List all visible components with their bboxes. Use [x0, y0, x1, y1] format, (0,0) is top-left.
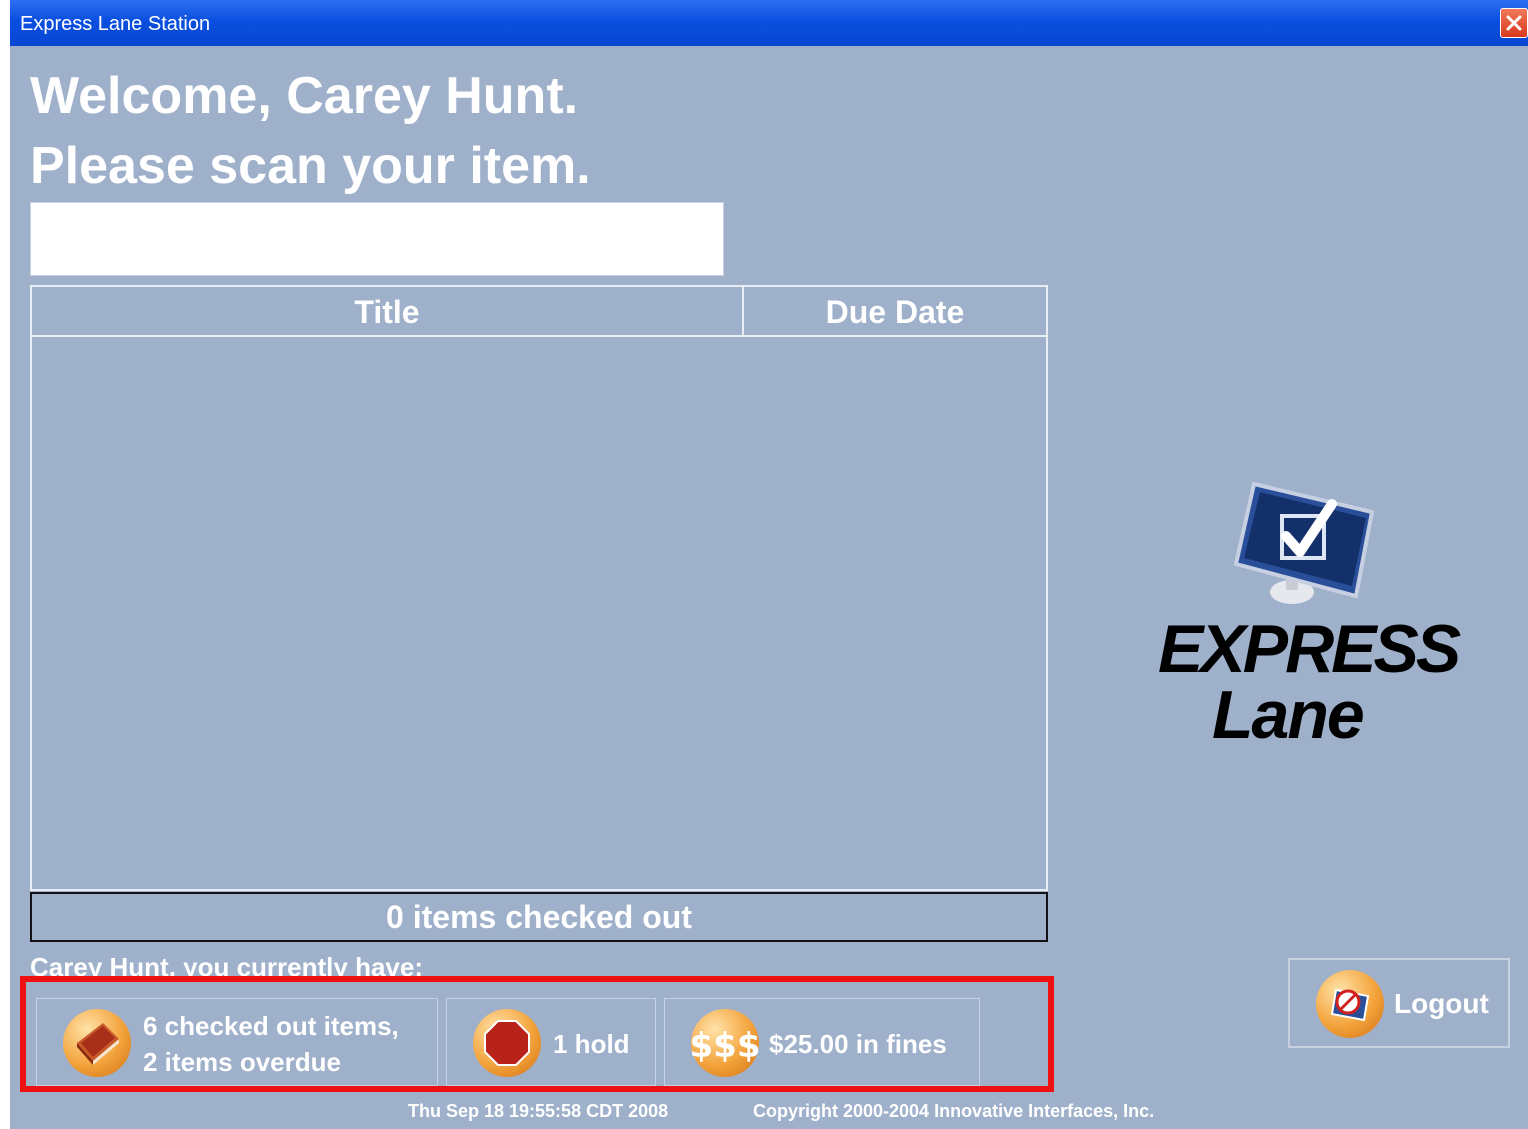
welcome-heading: Welcome, Carey Hunt.: [30, 67, 579, 125]
express-lane-window: Express Lane Station Welcome, Carey Hunt…: [10, 0, 1528, 1129]
footer-datetime: Thu Sep 18 19:55:58 CDT 2008: [408, 1101, 669, 1121]
svg-text:$$$: $$$: [691, 1026, 759, 1066]
title-bar: Express Lane Station: [10, 0, 1528, 46]
scan-prompt: Please scan your item.: [30, 137, 591, 195]
scan-input[interactable]: [30, 202, 724, 276]
column-header-title[interactable]: Title: [32, 287, 744, 335]
column-header-due-date[interactable]: Due Date: [744, 287, 1046, 335]
fines-amount: $25.00 in fines: [769, 1029, 947, 1059]
express-lane-logo: EXPRESS Lane: [1140, 478, 1461, 768]
holds-count: 1 hold: [553, 1029, 630, 1059]
fines-button[interactable]: $$$ $25.00 in fines: [664, 998, 980, 1086]
monitor-checkmark-icon: [1233, 481, 1375, 604]
checkout-table: Title Due Date: [30, 285, 1048, 891]
logout-label: Logout: [1394, 988, 1489, 1019]
close-button[interactable]: [1500, 8, 1528, 38]
close-icon: [1506, 15, 1522, 31]
footer-copyright: Copyright 2000-2004 Innovative Interface…: [753, 1101, 1155, 1121]
logo-lane-text: Lane: [1212, 677, 1365, 753]
book-icon: [63, 1009, 131, 1077]
dollar-sign-icon: $$$: [691, 1009, 759, 1077]
holds-button[interactable]: 1 hold: [446, 998, 656, 1086]
window-title: Express Lane Station: [20, 13, 211, 35]
items-checked-out-status: 0 items checked out: [30, 892, 1048, 942]
overdue-count: 2 items overdue: [143, 1047, 341, 1077]
logout-button[interactable]: Logout: [1288, 958, 1510, 1048]
checked-out-count: 6 checked out items,: [143, 1011, 399, 1041]
patron-summary-highlight: 6 checked out items, 2 items overdue 1 h…: [20, 976, 1054, 1092]
table-header: Title Due Date: [32, 287, 1046, 337]
checked-out-items-button[interactable]: 6 checked out items, 2 items overdue: [36, 998, 438, 1086]
logout-icon: [1316, 970, 1384, 1038]
stop-sign-icon: [473, 1009, 541, 1077]
